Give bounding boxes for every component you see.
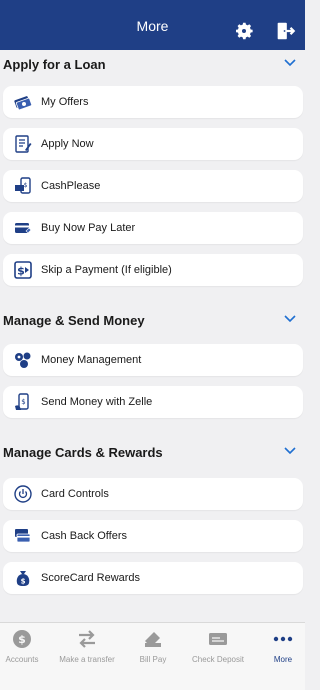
tab-label: Check Deposit	[191, 655, 245, 664]
bill-pay-icon	[145, 632, 161, 647]
section-title: Apply for a Loan	[3, 56, 106, 72]
menu-item-label: CashPlease	[41, 180, 101, 192]
svg-text:$: $	[21, 578, 26, 586]
check-icon	[209, 633, 227, 645]
coins-icon	[15, 352, 31, 368]
money-icon	[14, 96, 33, 111]
menu-item-label: Money Management	[41, 354, 142, 366]
tab-more[interactable]: More	[248, 629, 318, 664]
menu-item-label: Skip a Payment (If eligible)	[41, 264, 172, 276]
svg-text:$: $	[17, 265, 25, 278]
chevron-down-icon	[284, 315, 296, 323]
menu-item-label: Buy Now Pay Later	[41, 222, 136, 234]
gear-icon[interactable]	[233, 20, 255, 42]
section-title: Manage & Send Money	[3, 312, 145, 328]
cards-icon	[15, 529, 31, 543]
section-title: Manage Cards & Rewards	[3, 444, 163, 460]
menu-item-buy-now-pay-later[interactable]: Buy Now Pay Later	[3, 212, 303, 244]
power-icon	[14, 485, 32, 503]
more-icon	[273, 636, 293, 642]
bottom-tab-bar: $ Accounts Make a transfer Bill Pay Chec…	[0, 622, 305, 690]
tab-label: More	[273, 655, 293, 664]
document-icon	[15, 135, 32, 153]
menu-item-label: Cash Back Offers	[41, 530, 127, 542]
skip-payment-icon: $	[14, 261, 32, 279]
dollar-icon: $	[13, 630, 31, 648]
menu-item-money-management[interactable]: Money Management	[3, 344, 303, 376]
tab-bill-pay[interactable]: Bill Pay	[118, 629, 188, 664]
app-header: More	[0, 0, 305, 50]
svg-text:$: $	[18, 633, 26, 646]
transfer-icon	[79, 630, 95, 648]
tab-accounts[interactable]: $ Accounts	[0, 629, 57, 664]
cash-phone-icon: $	[15, 177, 31, 194]
menu-item-label: Send Money with Zelle	[41, 396, 153, 408]
menu-item-scorecard-rewards[interactable]: $ ScoreCard Rewards	[3, 562, 303, 594]
menu-item-cash-back-offers[interactable]: Cash Back Offers	[3, 520, 303, 552]
menu-item-send-money-zelle[interactable]: $ Send Money with Zelle	[3, 386, 303, 418]
menu-item-cashplease[interactable]: $ CashPlease	[3, 170, 303, 202]
menu-item-skip-a-payment[interactable]: $ Skip a Payment (If eligible)	[3, 254, 303, 286]
section-manage-cards-rewards[interactable]: Manage Cards & Rewards	[0, 438, 305, 466]
menu-item-label: Card Controls	[41, 488, 109, 500]
menu-item-label: My Offers	[41, 96, 89, 108]
menu-item-apply-now[interactable]: Apply Now	[3, 128, 303, 160]
menu-item-label: Apply Now	[41, 138, 94, 150]
chevron-down-icon	[284, 59, 296, 67]
zelle-icon: $	[15, 393, 29, 410]
page-title: More	[136, 18, 169, 34]
logout-icon[interactable]	[274, 20, 296, 42]
section-manage-send-money[interactable]: Manage & Send Money	[0, 306, 305, 334]
tab-label: Accounts	[5, 655, 39, 664]
menu-item-my-offers[interactable]: My Offers	[3, 86, 303, 118]
menu-item-card-controls[interactable]: Card Controls	[3, 478, 303, 510]
tab-check-deposit[interactable]: Check Deposit	[183, 629, 253, 664]
tab-label: Make a transfer	[59, 655, 115, 664]
moneybag-icon: $	[16, 571, 30, 586]
tab-label: Bill Pay	[139, 655, 167, 664]
chevron-down-icon	[284, 447, 296, 455]
card-icon	[15, 223, 32, 234]
section-apply-for-loan[interactable]: Apply for a Loan	[0, 50, 305, 78]
tab-make-a-transfer[interactable]: Make a transfer	[52, 629, 122, 664]
svg-text:$: $	[21, 398, 25, 406]
menu-item-label: ScoreCard Rewards	[41, 572, 141, 584]
svg-text:$: $	[24, 182, 28, 189]
menu-list: Apply for a Loan My Offers Apply Now $ C…	[0, 50, 305, 622]
